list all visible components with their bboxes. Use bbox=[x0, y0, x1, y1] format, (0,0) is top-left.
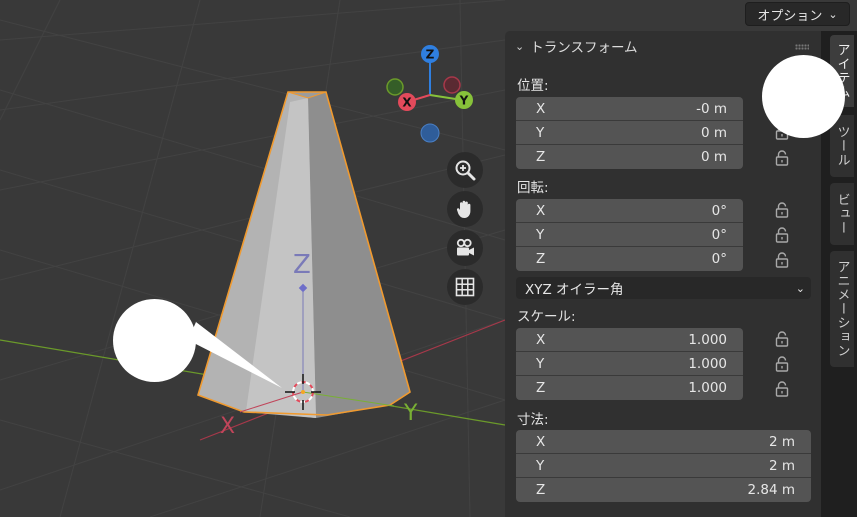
options-dropdown[interactable]: オプション ⌄ bbox=[745, 2, 850, 26]
rotation-z-field[interactable]: Z 0° bbox=[516, 247, 743, 271]
chevron-down-icon: ⌄ bbox=[795, 281, 805, 295]
location-y-field[interactable]: Y 0 m bbox=[516, 121, 743, 145]
dimensions-z-field[interactable]: Z 2.84 m bbox=[516, 478, 811, 502]
camera-view-button[interactable] bbox=[447, 230, 483, 266]
rotation-mode-value: XYZ オイラー角 bbox=[525, 282, 624, 298]
scale-y-field[interactable]: Y 1.000 bbox=[516, 352, 743, 376]
grid-icon bbox=[455, 277, 475, 297]
local-x-label: X bbox=[220, 414, 235, 439]
field-value: 2 m bbox=[768, 457, 795, 474]
axis-label: X bbox=[536, 433, 546, 450]
field-value: 0 m bbox=[700, 124, 727, 141]
callout-marker-right bbox=[762, 55, 845, 138]
axis-label: Y bbox=[536, 226, 545, 243]
navigation-gizmo[interactable]: Z Y X bbox=[386, 45, 473, 143]
axis-label: Y bbox=[536, 355, 545, 372]
rotation-label: 回転: bbox=[517, 180, 549, 196]
field-value: 0° bbox=[711, 226, 727, 243]
options-label: オプション bbox=[757, 8, 823, 24]
axis-label: Z bbox=[536, 482, 546, 498]
drag-grip-icon[interactable] bbox=[795, 44, 809, 50]
tab-view[interactable]: ビュー bbox=[830, 183, 854, 245]
ortho-toggle-button[interactable] bbox=[447, 269, 483, 305]
dimensions-label: 寸法: bbox=[517, 412, 549, 428]
tab-label: アニメーション bbox=[834, 260, 850, 358]
axis-label: X bbox=[536, 331, 546, 348]
collapse-chevron-icon: ⌄ bbox=[515, 39, 525, 53]
field-value: 0 m bbox=[700, 149, 727, 165]
lock-icon[interactable] bbox=[775, 202, 789, 218]
scale-x-field[interactable]: X 1.000 bbox=[516, 328, 743, 352]
axis-label: Y bbox=[536, 457, 545, 474]
transform-panel-header[interactable]: ⌄ トランスフォーム bbox=[505, 31, 821, 61]
hand-icon bbox=[456, 200, 471, 218]
rotation-x-field[interactable]: X 0° bbox=[516, 199, 743, 223]
panel-title: トランスフォーム bbox=[530, 40, 638, 56]
gizmo-x-label: X bbox=[402, 96, 412, 110]
lock-icon[interactable] bbox=[775, 252, 789, 268]
dimensions-x-field[interactable]: X 2 m bbox=[516, 430, 811, 454]
lock-icon[interactable] bbox=[775, 331, 789, 347]
lock-icon[interactable] bbox=[775, 227, 789, 243]
field-value: -0 m bbox=[696, 100, 727, 117]
location-label: 位置: bbox=[517, 78, 549, 94]
axis-label: Z bbox=[536, 149, 546, 165]
axis-label: X bbox=[536, 100, 546, 117]
camera-icon bbox=[456, 238, 474, 256]
zoom-button[interactable] bbox=[447, 152, 483, 188]
scale-label: スケール: bbox=[517, 309, 576, 325]
zoom-icon bbox=[455, 160, 476, 181]
axis-label: Z bbox=[536, 251, 546, 267]
field-value: 1.000 bbox=[688, 331, 727, 348]
field-value: 0° bbox=[711, 251, 727, 267]
pan-button[interactable] bbox=[447, 191, 483, 227]
lock-icon[interactable] bbox=[775, 150, 789, 166]
axis-label: X bbox=[536, 202, 546, 219]
gizmo-z-label: Z bbox=[426, 48, 435, 62]
location-x-field[interactable]: X -0 m bbox=[516, 97, 743, 121]
chevron-down-icon: ⌄ bbox=[828, 7, 838, 21]
dimensions-y-field[interactable]: Y 2 m bbox=[516, 454, 811, 478]
scale-z-field[interactable]: Z 1.000 bbox=[516, 376, 743, 400]
tab-label: ツール bbox=[834, 125, 850, 167]
axis-label: Y bbox=[536, 124, 545, 141]
callout-marker-left bbox=[113, 299, 196, 382]
field-value: 1.000 bbox=[688, 355, 727, 372]
rotation-fields: X 0° Y 0° Z 0° bbox=[516, 199, 743, 271]
rotation-y-field[interactable]: Y 0° bbox=[516, 223, 743, 247]
field-value: 2.84 m bbox=[747, 482, 795, 498]
gizmo-y-label: Y bbox=[459, 94, 469, 108]
location-z-field[interactable]: Z 0 m bbox=[516, 145, 743, 169]
location-fields: X -0 m Y 0 m Z 0 m bbox=[516, 97, 743, 169]
lock-icon[interactable] bbox=[775, 381, 789, 397]
field-value: 1.000 bbox=[688, 380, 727, 396]
local-z-label: Z bbox=[293, 250, 311, 280]
dimensions-fields: X 2 m Y 2 m Z 2.84 m bbox=[516, 430, 811, 502]
lock-icon[interactable] bbox=[775, 356, 789, 372]
field-value: 0° bbox=[711, 202, 727, 219]
axis-label: Z bbox=[536, 380, 546, 396]
tab-animation[interactable]: アニメーション bbox=[830, 251, 854, 367]
local-y-label: Y bbox=[403, 401, 418, 426]
field-value: 2 m bbox=[768, 433, 795, 450]
rotation-mode-dropdown[interactable]: XYZ オイラー角 ⌄ bbox=[516, 277, 811, 299]
scale-fields: X 1.000 Y 1.000 Z 1.000 bbox=[516, 328, 743, 400]
tab-label: ビュー bbox=[834, 193, 850, 235]
